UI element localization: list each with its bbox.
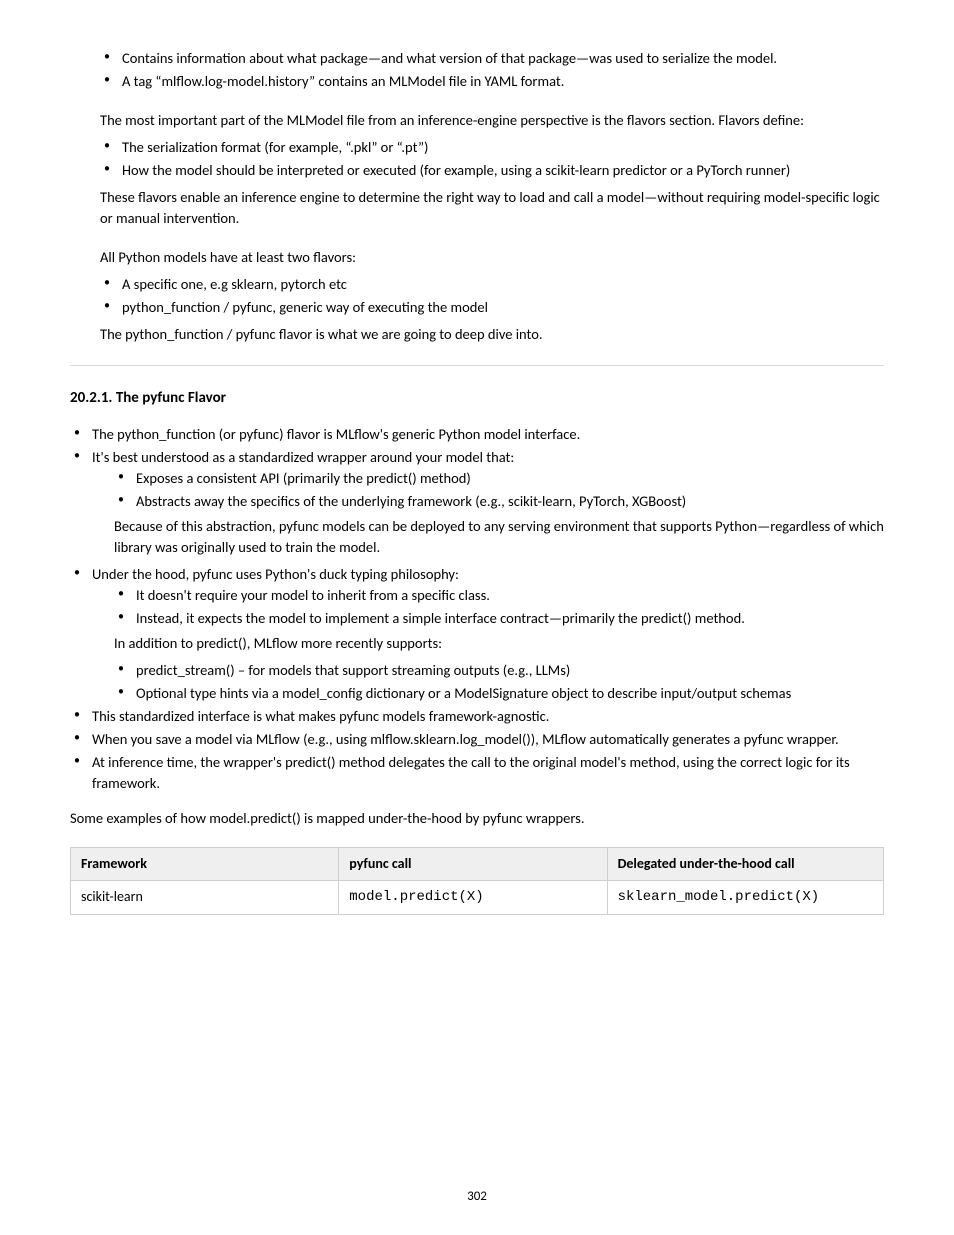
pyfunc-sub-1: Exposes a consistent API (primarily the …	[114, 468, 884, 512]
list-item: When you save a model via MLflow (e.g., …	[70, 729, 884, 750]
bullet-text: How the model should be interpreted or e…	[122, 161, 790, 179]
bullet-text: predict_stream() – for models that suppo…	[136, 661, 570, 679]
list-item: A specific one, e.g sklearn, pytorch etc	[100, 274, 884, 295]
bullet-text: Under the hood, pyfunc uses Python's duc…	[92, 565, 459, 583]
bullet-text: When you save a model via MLflow (e.g., …	[92, 730, 839, 748]
flavors-intro: The most important part of the MLModel f…	[100, 110, 884, 131]
pyfunc-sub-2: It doesn't require your model to inherit…	[114, 585, 884, 629]
list-item: Contains information about what package—…	[100, 48, 884, 69]
section-heading: 20.2.1. The pyfunc Flavor	[70, 388, 884, 410]
list-item: A tag “mlflow.log-model.history” contain…	[100, 71, 884, 92]
table-header: Delegated under-the-hood call	[607, 848, 883, 881]
bullet-text: Abstracts away the specifics of the unde…	[136, 492, 686, 510]
table-cell: model.predict(X)	[339, 881, 607, 914]
list-item: It's best understood as a standardized w…	[70, 447, 884, 558]
list-item: Instead, it expects the model to impleme…	[114, 608, 884, 629]
list-item: The python_function (or pyfunc) flavor i…	[70, 424, 884, 445]
flavors-bullets: The serialization format (for example, “…	[100, 137, 884, 181]
bullet-text: It's best understood as a standardized w…	[92, 448, 514, 466]
bullet-text: Optional type hints via a model_config d…	[136, 684, 791, 702]
method-mapping-table: Framework pyfunc call Delegated under-th…	[70, 847, 884, 915]
list-item: Optional type hints via a model_config d…	[114, 683, 884, 704]
bullet-text: Contains information about what package—…	[122, 49, 777, 67]
list-item: Under the hood, pyfunc uses Python's duc…	[70, 564, 884, 704]
table-intro: Some examples of how model.predict() is …	[70, 808, 884, 829]
conda-bullets: A specific one, e.g sklearn, pytorch etc…	[100, 274, 884, 318]
conda-intro: All Python models have at least two flav…	[100, 247, 884, 268]
table-cell: sklearn_model.predict(X)	[607, 881, 883, 914]
bullet-text: It doesn't require your model to inherit…	[136, 586, 490, 604]
bullet-text: This standardized interface is what make…	[92, 707, 549, 725]
bullet-text: Instead, it expects the model to impleme…	[136, 609, 745, 627]
list-item: predict_stream() – for models that suppo…	[114, 660, 884, 681]
list-item: python_function / pyfunc, generic way of…	[100, 297, 884, 318]
pyfunc-sub-3: predict_stream() – for models that suppo…	[114, 660, 884, 704]
list-item: It doesn't require your model to inherit…	[114, 585, 884, 606]
list-item: Abstracts away the specifics of the unde…	[114, 491, 884, 512]
table-header: pyfunc call	[339, 848, 607, 881]
horizontal-rule	[70, 365, 884, 366]
bullet-text: Exposes a consistent API (primarily the …	[136, 469, 471, 487]
pyfunc-between-2: In addition to predict(), MLflow more re…	[114, 633, 884, 654]
bullet-text: A specific one, e.g sklearn, pytorch etc	[122, 275, 347, 293]
table-header: Framework	[71, 848, 339, 881]
list-item: At inference time, the wrapper's predict…	[70, 752, 884, 794]
bullet-text: The python_function (or pyfunc) flavor i…	[92, 425, 580, 443]
list-item: This standardized interface is what make…	[70, 706, 884, 727]
list-item: Exposes a consistent API (primarily the …	[114, 468, 884, 489]
intro-bullets: Contains information about what package—…	[100, 48, 884, 92]
pyfunc-between-1: Because of this abstraction, pyfunc mode…	[114, 516, 884, 558]
table-cell: scikit-learn	[71, 881, 339, 914]
bullet-text: A tag “mlflow.log-model.history” contain…	[122, 72, 564, 90]
page-number: 302	[0, 1188, 954, 1207]
list-item: How the model should be interpreted or e…	[100, 160, 884, 181]
flavors-outro: These flavors enable an inference engine…	[100, 187, 884, 229]
bullet-text: python_function / pyfunc, generic way of…	[122, 298, 488, 316]
conda-outro: The python_function / pyfunc flavor is w…	[100, 324, 884, 345]
bullet-text: At inference time, the wrapper's predict…	[92, 753, 850, 792]
pyfunc-bullets-1: The python_function (or pyfunc) flavor i…	[70, 424, 884, 794]
bullet-text: The serialization format (for example, “…	[122, 138, 428, 156]
table-row: scikit-learn model.predict(X) sklearn_mo…	[71, 881, 884, 914]
list-item: The serialization format (for example, “…	[100, 137, 884, 158]
